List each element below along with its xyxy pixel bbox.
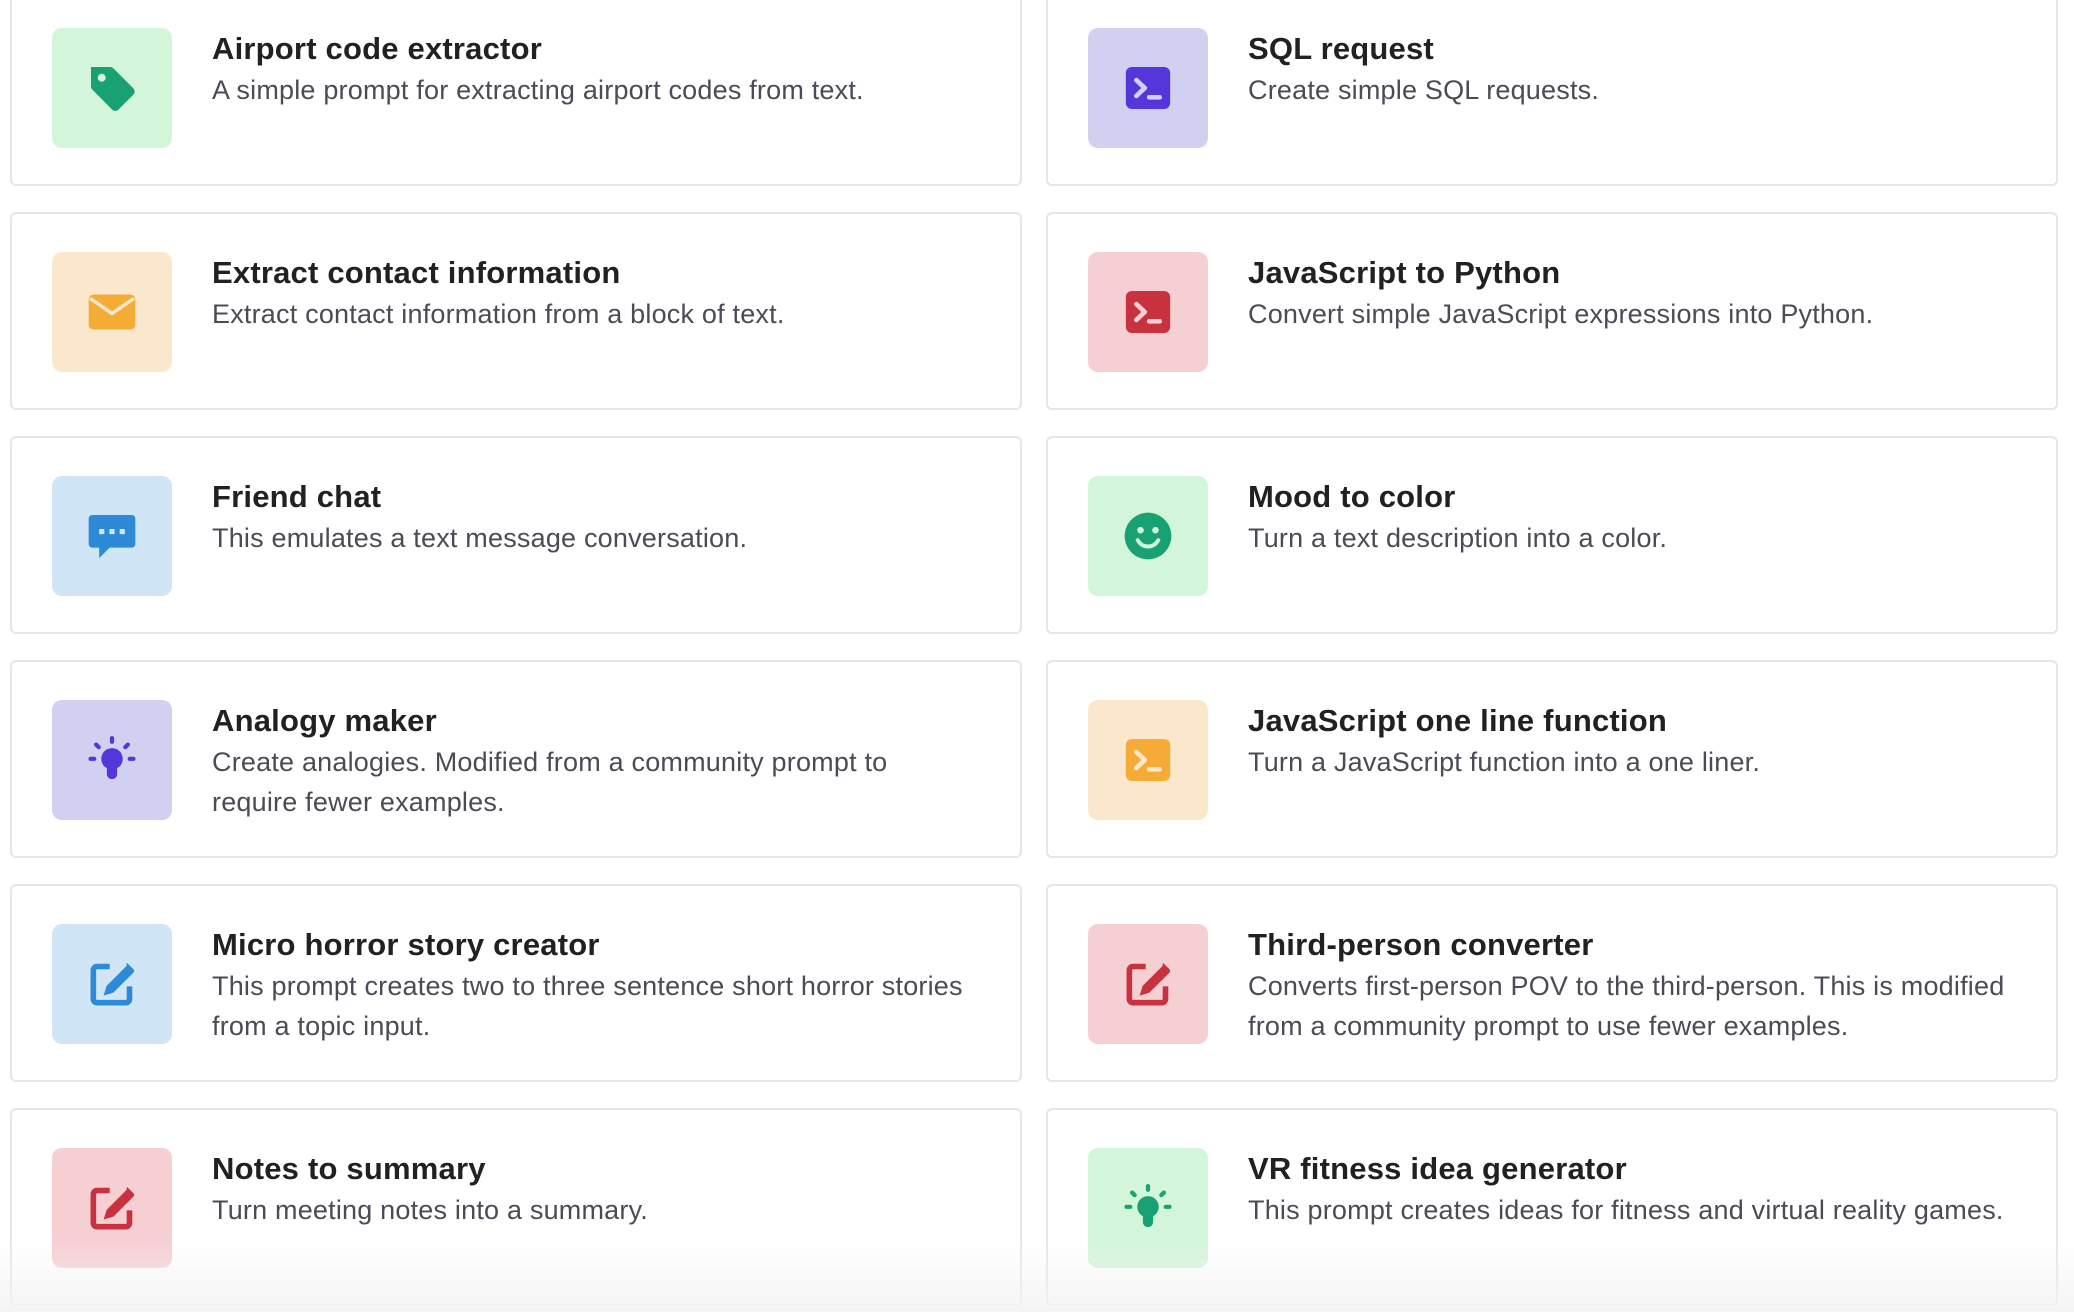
card-text: Mood to color Turn a text description int… xyxy=(1248,476,2016,558)
card-text: JavaScript to Python Convert simple JavaS… xyxy=(1248,252,2016,334)
tag-icon xyxy=(91,67,135,111)
example-card-javascript-one-line-function[interactable]: JavaScript one line function Turn a JavaS… xyxy=(1046,660,2058,858)
card-description: This prompt creates ideas for fitness an… xyxy=(1248,1195,2004,1225)
icon-tile xyxy=(52,700,172,820)
terminal-icon xyxy=(1125,739,1171,781)
card-description: A simple prompt for extracting airport c… xyxy=(212,75,864,105)
terminal-icon xyxy=(1125,67,1171,109)
card-title: Analogy maker xyxy=(212,703,437,738)
card-description: Converts first-person POV to the third-p… xyxy=(1248,971,2005,1041)
card-description: Turn a text description into a color. xyxy=(1248,523,1668,553)
edit-icon xyxy=(1126,962,1171,1006)
card-title: Extract contact information xyxy=(212,255,621,290)
icon-tile xyxy=(1088,252,1208,372)
example-card-javascript-to-python[interactable]: JavaScript to Python Convert simple JavaS… xyxy=(1046,212,2058,410)
lightbulb-icon xyxy=(1124,1183,1172,1228)
card-text: Airport code extractor A simple prompt fo… xyxy=(212,28,980,110)
examples-grid: Airport code extractor A simple prompt fo… xyxy=(10,0,2058,1306)
card-description: Convert simple JavaScript expressions in… xyxy=(1248,299,1874,329)
example-card-mood-to-color[interactable]: Mood to color Turn a text description int… xyxy=(1046,436,2058,634)
card-text: Micro horror story creator This prompt cr… xyxy=(212,924,980,1046)
card-title: VR fitness idea generator xyxy=(1248,1151,1627,1186)
example-card-airport-code-extractor[interactable]: Airport code extractor A simple prompt fo… xyxy=(10,0,1022,186)
card-title: Airport code extractor xyxy=(212,31,542,66)
card-description: Create analogies. Modified from a commun… xyxy=(212,747,888,817)
example-card-extract-contact-information[interactable]: Extract contact information Extract conta… xyxy=(10,212,1022,410)
card-description: Extract contact information from a block… xyxy=(212,299,785,329)
example-card-third-person-converter[interactable]: Third-person converter Converts first-per… xyxy=(1046,884,2058,1082)
card-description: Turn meeting notes into a summary. xyxy=(212,1195,648,1225)
icon-tile xyxy=(1088,28,1208,148)
card-text: Analogy maker Create analogies. Modified … xyxy=(212,700,980,822)
edit-icon xyxy=(90,962,135,1006)
envelope-icon xyxy=(88,294,136,330)
card-description: This emulates a text message conversatio… xyxy=(212,523,748,553)
icon-tile xyxy=(52,1148,172,1268)
card-text: JavaScript one line function Turn a JavaS… xyxy=(1248,700,2016,782)
icon-tile xyxy=(52,924,172,1044)
card-description: Create simple SQL requests. xyxy=(1248,75,1600,105)
card-text: Third-person converter Converts first-per… xyxy=(1248,924,2016,1046)
card-title: JavaScript one line function xyxy=(1248,703,1668,738)
example-card-vr-fitness-idea-generator[interactable]: VR fitness idea generator This prompt cre… xyxy=(1046,1108,2058,1306)
card-title: JavaScript to Python xyxy=(1248,255,1561,290)
card-title: Third-person converter xyxy=(1248,927,1594,962)
card-title: SQL request xyxy=(1248,31,1434,66)
smiley-icon xyxy=(1124,512,1172,560)
edit-icon xyxy=(90,1186,135,1230)
icon-tile xyxy=(1088,476,1208,596)
card-text: VR fitness idea generator This prompt cre… xyxy=(1248,1148,2016,1230)
card-title: Micro horror story creator xyxy=(212,927,600,962)
chat-bubble-icon xyxy=(88,515,136,559)
lightbulb-icon xyxy=(88,735,136,780)
terminal-icon xyxy=(1125,291,1171,333)
icon-tile xyxy=(1088,700,1208,820)
card-title: Mood to color xyxy=(1248,479,1456,514)
icon-tile xyxy=(1088,1148,1208,1268)
example-card-friend-chat[interactable]: Friend chat This emulates a text message … xyxy=(10,436,1022,634)
card-description: This prompt creates two to three sentenc… xyxy=(212,971,963,1041)
example-card-micro-horror-story-creator[interactable]: Micro horror story creator This prompt cr… xyxy=(10,884,1022,1082)
card-title: Notes to summary xyxy=(212,1151,486,1186)
card-description: Turn a JavaScript function into a one li… xyxy=(1248,747,1761,777)
icon-tile xyxy=(52,28,172,148)
example-card-analogy-maker[interactable]: Analogy maker Create analogies. Modified … xyxy=(10,660,1022,858)
icon-tile xyxy=(52,476,172,596)
card-title: Friend chat xyxy=(212,479,382,514)
icon-tile xyxy=(1088,924,1208,1044)
example-card-notes-to-summary[interactable]: Notes to summary Turn meeting notes into … xyxy=(10,1108,1022,1306)
icon-tile xyxy=(52,252,172,372)
card-text: Notes to summary Turn meeting notes into … xyxy=(212,1148,980,1230)
card-text: SQL request Create simple SQL requests. xyxy=(1248,28,2016,110)
card-text: Friend chat This emulates a text message … xyxy=(212,476,980,558)
card-text: Extract contact information Extract conta… xyxy=(212,252,980,334)
example-card-sql-request[interactable]: SQL request Create simple SQL requests. xyxy=(1046,0,2058,186)
